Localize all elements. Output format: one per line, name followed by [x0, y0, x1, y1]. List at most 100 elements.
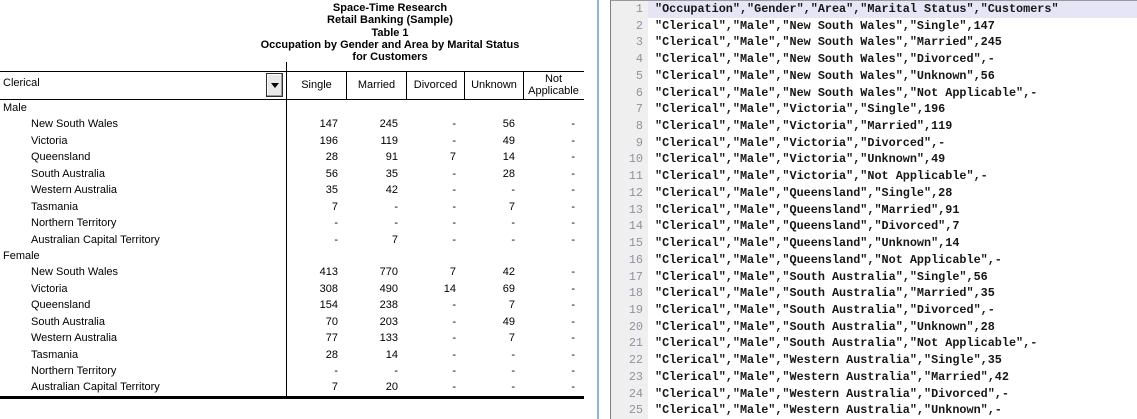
editor-line[interactable]: "Clerical","Male","South Australia","Unk…: [648, 319, 1137, 336]
cell-single: 196: [287, 133, 346, 149]
dropdown-arrow-button[interactable]: [266, 73, 283, 97]
editor-line[interactable]: "Clerical","Male","Queensland","Married"…: [648, 202, 1137, 219]
editor-line[interactable]: "Clerical","Male","Western Australia","S…: [648, 352, 1137, 369]
cell-divorced: [406, 100, 464, 116]
editor-line[interactable]: "Clerical","Male","South Australia","Div…: [648, 302, 1137, 319]
editor-line[interactable]: "Clerical","Male","Queensland","Not Appl…: [648, 252, 1137, 269]
table-row: Northern Territory - - - - -: [0, 363, 584, 379]
table-row: New South Wales 413 770 7 42 -: [0, 264, 584, 280]
editor-line[interactable]: "Clerical","Male","Queensland","Divorced…: [648, 218, 1137, 235]
cell-not-applicable: -: [523, 182, 583, 198]
table-row: Tasmania 28 14 - - -: [0, 347, 584, 363]
cell-unknown: -: [464, 363, 523, 379]
column-header: Not Applicable: [523, 72, 583, 99]
cell-married: 238: [346, 297, 406, 313]
line-number: 3: [611, 34, 648, 51]
column-header: Unknown: [464, 72, 523, 99]
column-header: Divorced: [406, 72, 464, 99]
editor-line[interactable]: "Clerical","Male","New South Wales","Unk…: [648, 68, 1137, 85]
report-table-body: Male New South Wales 147 245 - 56 - Vict…: [0, 100, 584, 396]
editor-line[interactable]: "Clerical","Male","Victoria","Not Applic…: [648, 168, 1137, 185]
line-number: 22: [611, 352, 648, 369]
row-label: Queensland: [0, 149, 287, 165]
line-number: 5: [611, 68, 648, 85]
report-title-block: Space-Time Research Retail Banking (Samp…: [0, 2, 597, 63]
table-row: Victoria 196 119 - 49 -: [0, 133, 584, 149]
cell-unknown: 7: [464, 199, 523, 215]
editor-line[interactable]: "Clerical","Male","Queensland","Unknown"…: [648, 235, 1137, 252]
table-row: New South Wales 147 245 - 56 -: [0, 116, 584, 132]
report-title-line: Space-Time Research: [0, 2, 597, 14]
cell-single: 7: [287, 379, 346, 395]
line-number: 25: [611, 402, 648, 419]
cell-single: -: [287, 215, 346, 231]
editor-line[interactable]: "Clerical","Male","Western Australia","U…: [648, 402, 1137, 419]
row-label: South Australia: [0, 166, 287, 182]
line-number: 1: [611, 1, 648, 18]
row-label: New South Wales: [0, 264, 287, 280]
row-label: Queensland: [0, 297, 287, 313]
editor-line[interactable]: "Clerical","Male","New South Wales","Mar…: [648, 34, 1137, 51]
editor-line[interactable]: "Clerical","Male","Western Australia","D…: [648, 386, 1137, 403]
cell-married: 20: [346, 379, 406, 395]
cell-single: [287, 100, 346, 116]
cell-not-applicable: -: [523, 116, 583, 132]
cell-divorced: 7: [406, 264, 464, 280]
cell-divorced: -: [406, 116, 464, 132]
report-title-line: Occupation by Gender and Area by Marital…: [0, 39, 597, 51]
row-label: Female: [0, 248, 287, 264]
editor-line[interactable]: "Clerical","Male","South Australia","Not…: [648, 335, 1137, 352]
editor-line[interactable]: "Clerical","Male","South Australia","Mar…: [648, 285, 1137, 302]
report-title-line: for Customers: [0, 51, 597, 63]
editor-line[interactable]: "Clerical","Male","Victoria","Married",1…: [648, 118, 1137, 135]
editor-line[interactable]: "Clerical","Male","Western Australia","M…: [648, 369, 1137, 386]
editor-line[interactable]: "Clerical","Male","South Australia","Sin…: [648, 269, 1137, 286]
row-label: Tasmania: [0, 199, 287, 215]
cell-not-applicable: -: [523, 363, 583, 379]
table-row: Tasmania 7 - - 7 -: [0, 199, 584, 215]
line-number: 13: [611, 202, 648, 219]
cell-divorced: [406, 248, 464, 264]
line-number: 6: [611, 85, 648, 102]
cell-divorced: -: [406, 297, 464, 313]
editor-line[interactable]: "Clerical","Male","New South Wales","Div…: [648, 51, 1137, 68]
cell-married: 14: [346, 347, 406, 363]
editor-line[interactable]: "Clerical","Male","New South Wales","Not…: [648, 85, 1137, 102]
cell-married: -: [346, 215, 406, 231]
cell-divorced: -: [406, 166, 464, 182]
chevron-down-icon: [271, 83, 279, 88]
cell-divorced: -: [406, 215, 464, 231]
cell-divorced: -: [406, 232, 464, 248]
cell-divorced: -: [406, 199, 464, 215]
line-number: 24: [611, 386, 648, 403]
cell-unknown: -: [464, 347, 523, 363]
cell-married: 91: [346, 149, 406, 165]
cell-unknown: 69: [464, 281, 523, 297]
cell-single: 147: [287, 116, 346, 132]
cell-not-applicable: -: [523, 379, 583, 395]
editor-line[interactable]: "Clerical","Male","Queensland","Single",…: [648, 185, 1137, 202]
cell-single: 308: [287, 281, 346, 297]
cell-unknown: 49: [464, 314, 523, 330]
cell-not-applicable: -: [523, 264, 583, 280]
editor-line[interactable]: "Clerical","Male","Victoria","Divorced",…: [648, 135, 1137, 152]
table-row: Northern Territory - - - - -: [0, 215, 584, 231]
column-header: Married: [346, 72, 406, 99]
cell-unknown: [464, 100, 523, 116]
editor-line[interactable]: "Occupation","Gender","Area","Marital St…: [648, 1, 1137, 18]
cell-not-applicable: -: [523, 133, 583, 149]
line-number: 20: [611, 319, 648, 336]
cell-unknown: 7: [464, 297, 523, 313]
cell-married: 203: [346, 314, 406, 330]
line-number: 2: [611, 18, 648, 35]
occupation-dropdown[interactable]: Clerical: [0, 72, 285, 98]
editor-line[interactable]: "Clerical","Male","New South Wales","Sin…: [648, 18, 1137, 35]
editor-line[interactable]: "Clerical","Male","Victoria","Unknown",4…: [648, 151, 1137, 168]
cell-not-applicable: -: [523, 199, 583, 215]
editor-text-area[interactable]: "Occupation","Gender","Area","Marital St…: [648, 1, 1137, 419]
table-row: Victoria 308 490 14 69 -: [0, 281, 584, 297]
panel-splitter[interactable]: [597, 0, 599, 419]
cell-single: 35: [287, 182, 346, 198]
editor-line[interactable]: "Clerical","Male","Victoria","Single",19…: [648, 101, 1137, 118]
cell-married: [346, 248, 406, 264]
